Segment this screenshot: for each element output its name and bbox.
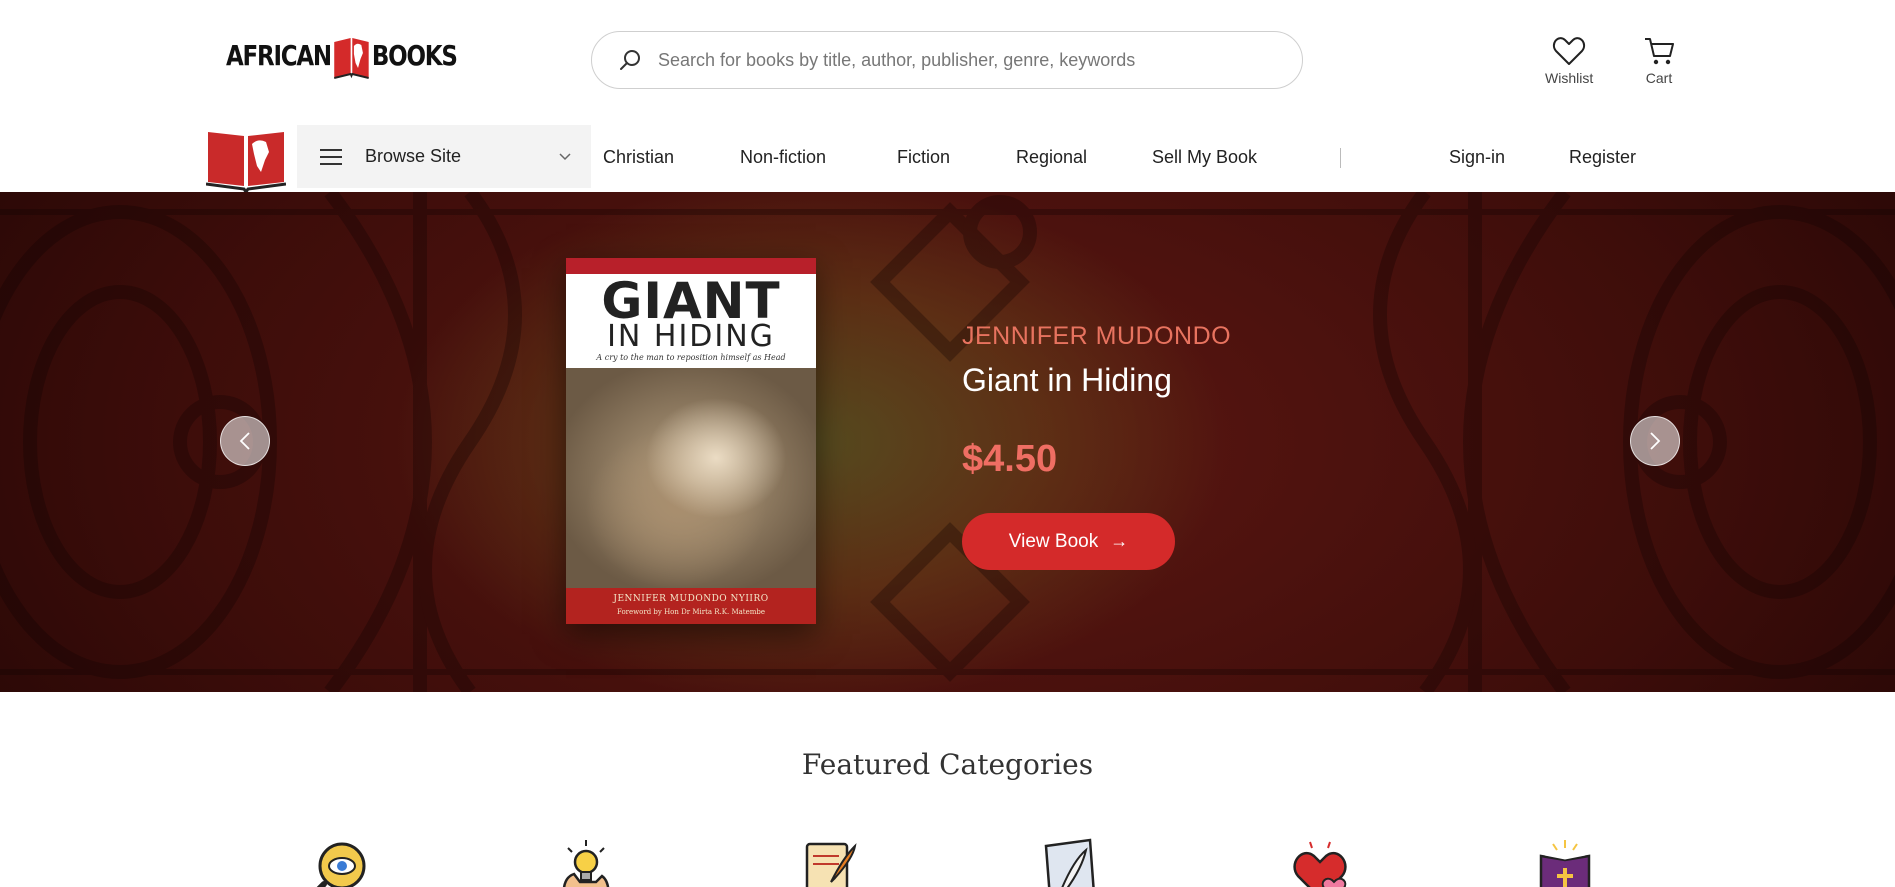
carousel-prev-button[interactable] (220, 416, 270, 466)
cart-button[interactable]: Cart (1643, 36, 1675, 86)
open-book-logo-icon[interactable] (206, 126, 286, 192)
cart-icon (1645, 38, 1674, 65)
chevron-right-icon (1650, 432, 1661, 450)
site-header: AFRICAN BOOKS Wishlist Cart (0, 0, 1895, 120)
chevron-left-icon (239, 432, 250, 450)
cover-foreword: Foreword by Hon Dr Mirta R.K. Matembe (616, 608, 766, 616)
book-cover-image[interactable]: GIANT IN HIDING A cry to the man to repo… (566, 258, 816, 624)
cover-title-line2: IN HIDING (607, 319, 775, 354)
cover-subtitle: A cry to the man to reposition himself a… (596, 353, 786, 362)
main-nav: Browse Site Christian Non-fiction Fictio… (0, 120, 1895, 192)
cover-lion-illustration (566, 368, 816, 588)
search-input[interactable] (658, 49, 1258, 71)
paper-quill-icon[interactable] (1040, 838, 1100, 887)
hero-author: JENNIFER MUDONDO (962, 322, 1232, 350)
heart-icon (1553, 37, 1586, 65)
nav-divider (1340, 148, 1341, 168)
nav-link-non-fiction[interactable]: Non-fiction (740, 147, 826, 168)
hero-price: $4.50 (962, 438, 1058, 480)
wishlist-button[interactable]: Wishlist (1545, 36, 1593, 86)
browse-site-label: Browse Site (365, 146, 462, 166)
logo-wordmark: AFRICAN BOOKS (226, 34, 458, 80)
featured-categories-heading: Featured Categories (801, 748, 1094, 781)
cover-author: JENNIFER MUDONDO NYIIRO (613, 594, 769, 604)
chevron-down-icon (559, 152, 571, 160)
register-link[interactable]: Register (1569, 147, 1636, 168)
logo-text-books: BOOKS (371, 39, 458, 72)
search-bar[interactable] (591, 31, 1303, 89)
site-logo[interactable]: AFRICAN BOOKS (226, 28, 460, 86)
scroll-quill-icon[interactable] (799, 838, 859, 887)
cover-footer: JENNIFER MUDONDO NYIIRO Foreword by Hon … (566, 588, 816, 624)
nav-link-fiction[interactable]: Fiction (897, 147, 950, 168)
browse-site-dropdown[interactable]: Browse Site (297, 125, 591, 188)
lightbulb-hand-icon[interactable] (556, 838, 616, 887)
magnifier-eye-icon[interactable] (306, 838, 366, 887)
arrow-right-icon: → (1110, 531, 1129, 551)
nav-link-sell-my-book[interactable]: Sell My Book (1152, 147, 1257, 168)
nav-link-christian[interactable]: Christian (603, 147, 674, 168)
hearts-icon[interactable] (1290, 838, 1350, 887)
carousel-next-button[interactable] (1630, 416, 1680, 466)
view-book-label: View Book (1008, 530, 1099, 552)
search-icon (620, 50, 640, 70)
logo-book-icon (334, 38, 369, 79)
nav-link-regional[interactable]: Regional (1016, 147, 1087, 168)
bible-icon[interactable] (1535, 838, 1595, 887)
hero-slider: GIANT IN HIDING A cry to the man to repo… (0, 192, 1895, 692)
hamburger-menu-icon (320, 148, 342, 165)
sign-in-link[interactable]: Sign-in (1449, 147, 1505, 168)
wishlist-label: Wishlist (1545, 70, 1594, 86)
hero-background-pattern (0, 192, 1895, 692)
cart-label: Cart (1645, 70, 1673, 86)
logo-text-african: AFRICAN (226, 39, 332, 72)
hero-book-title: Giant in Hiding (962, 362, 1172, 398)
view-book-button[interactable]: View Book → (962, 513, 1175, 570)
